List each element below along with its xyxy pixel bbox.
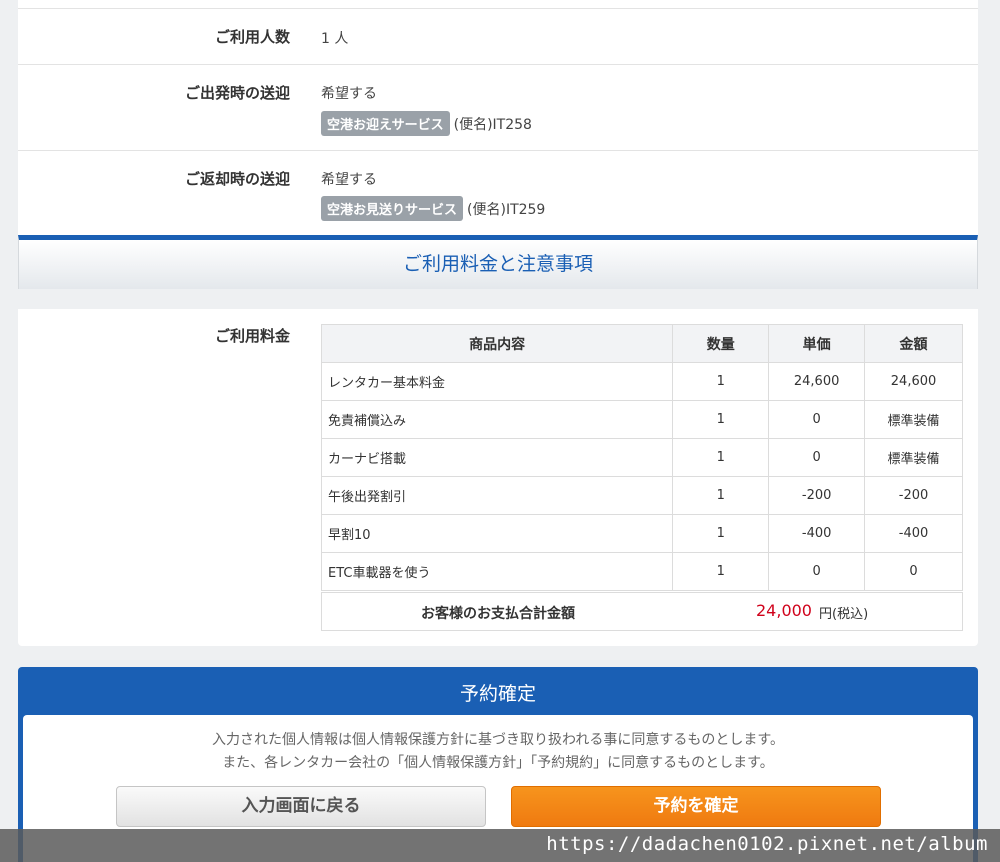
back-to-input-button[interactable]: 入力画面に戻る — [116, 786, 486, 827]
item-amount: 0 — [864, 552, 963, 591]
confirm-title: 予約確定 — [459, 683, 536, 705]
return-dropoff-value: 希望する — [321, 172, 377, 188]
item-quantity: 1 — [672, 514, 770, 553]
item-quantity: 1 — [672, 362, 770, 401]
total-amount: 24,000 — [756, 601, 812, 620]
reservation-details-panel: ご利用人数 1 人 ご出発時の送迎 希望する 空港お迎えサービス (便名)IT25… — [18, 0, 978, 236]
item-unit-price: 0 — [768, 552, 866, 591]
item-name: 午後出発割引 — [320, 476, 674, 515]
watermark-text: https://dadachen0102.pixnet.net/album — [546, 833, 988, 855]
departure-pickup-value: 希望する — [321, 86, 377, 102]
total-label: お客様のお支払合計金額 — [421, 606, 575, 622]
section-title: ご利用料金と注意事項 — [402, 253, 593, 275]
table-row: 免責補償込み 1 0 標準装備 — [320, 400, 963, 439]
notice-line-1: 入力された個人情報は個人情報保護方針に基づき取り扱われる事に同意するものとします… — [212, 732, 784, 748]
fee-label: ご利用料金 — [214, 327, 290, 345]
item-unit-price: 0 — [768, 400, 866, 439]
watermark-bar: https://dadachen0102.pixnet.net/album — [0, 829, 1000, 862]
table-row: 早割10 1 -400 -400 — [320, 514, 963, 553]
total-unit: 円(税込) — [819, 607, 869, 622]
item-amount: 標準装備 — [864, 438, 963, 477]
section-spacer — [18, 289, 978, 309]
departure-pickup-label: ご出発時の送迎 — [184, 84, 290, 102]
header-amount: 金額 — [864, 324, 963, 363]
header-item: 商品内容 — [320, 324, 674, 363]
header-unit-price: 単価 — [768, 324, 866, 363]
item-unit-price: 0 — [768, 438, 866, 477]
item-name: 免責補償込み — [320, 400, 674, 439]
item-unit-price: -400 — [768, 514, 866, 553]
users-value: 1 人 — [321, 31, 349, 47]
item-name: カーナビ搭載 — [320, 438, 674, 477]
departure-pickup-row: ご出発時の送迎 希望する 空港お迎えサービス (便名)IT258 — [18, 64, 978, 151]
users-label: ご利用人数 — [214, 28, 290, 46]
item-quantity: 1 — [672, 476, 770, 515]
fee-table: 商品内容 数量 単価 金額 レンタカー基本料金 1 24,600 24,600 … — [320, 324, 963, 591]
departure-flight: (便名)IT258 — [453, 117, 532, 133]
item-unit-price: 24,600 — [768, 362, 866, 401]
item-name: レンタカー基本料金 — [320, 362, 674, 401]
return-dropoff-label: ご返却時の送迎 — [184, 170, 290, 188]
table-row: ETC車載器を使う 1 0 0 — [320, 552, 963, 591]
airport-dropoff-badge: 空港お見送りサービス — [321, 196, 464, 221]
item-amount: 標準装備 — [864, 400, 963, 439]
notice-line-2: また、各レンタカー会社の「個人情報保護方針」「予約規約」に同意するものとします。 — [222, 755, 774, 771]
fee-section-header: ご利用料金と注意事項 — [18, 235, 978, 289]
airport-pickup-badge: 空港お迎えサービス — [321, 111, 450, 136]
item-amount: -400 — [864, 514, 963, 553]
users-row: ご利用人数 1 人 — [18, 8, 978, 65]
item-quantity: 1 — [672, 552, 770, 591]
fee-panel: ご利用料金 商品内容 数量 単価 金額 レンタカー基本料金 1 24,600 2… — [18, 309, 978, 646]
item-unit-price: -200 — [768, 476, 866, 515]
table-row: 午後出発割引 1 -200 -200 — [320, 476, 963, 515]
table-row: カーナビ搭載 1 0 標準装備 — [320, 438, 963, 477]
departure-service: 空港お迎えサービス (便名)IT258 — [321, 111, 532, 136]
return-flight: (便名)IT259 — [467, 202, 546, 218]
item-name: ETC車載器を使う — [320, 552, 674, 591]
item-quantity: 1 — [672, 438, 770, 477]
return-service: 空港お見送りサービス (便名)IT259 — [321, 196, 545, 221]
item-amount: 24,600 — [864, 362, 963, 401]
total-row: お客様のお支払合計金額 24,000 円(税込) — [321, 592, 963, 631]
item-amount: -200 — [864, 476, 963, 515]
return-dropoff-row: ご返却時の送迎 希望する 空港お見送りサービス (便名)IT259 — [18, 150, 978, 236]
item-name: 早割10 — [320, 514, 674, 553]
fee-table-header: 商品内容 数量 単価 金額 — [320, 324, 963, 363]
confirm-reservation-button[interactable]: 予約を確定 — [511, 786, 881, 827]
table-row: レンタカー基本料金 1 24,600 24,600 — [320, 362, 963, 401]
header-quantity: 数量 — [672, 324, 770, 363]
privacy-notice: 入力された個人情報は個人情報保護方針に基づき取り扱われる事に同意するものとします… — [23, 729, 973, 775]
item-quantity: 1 — [672, 400, 770, 439]
